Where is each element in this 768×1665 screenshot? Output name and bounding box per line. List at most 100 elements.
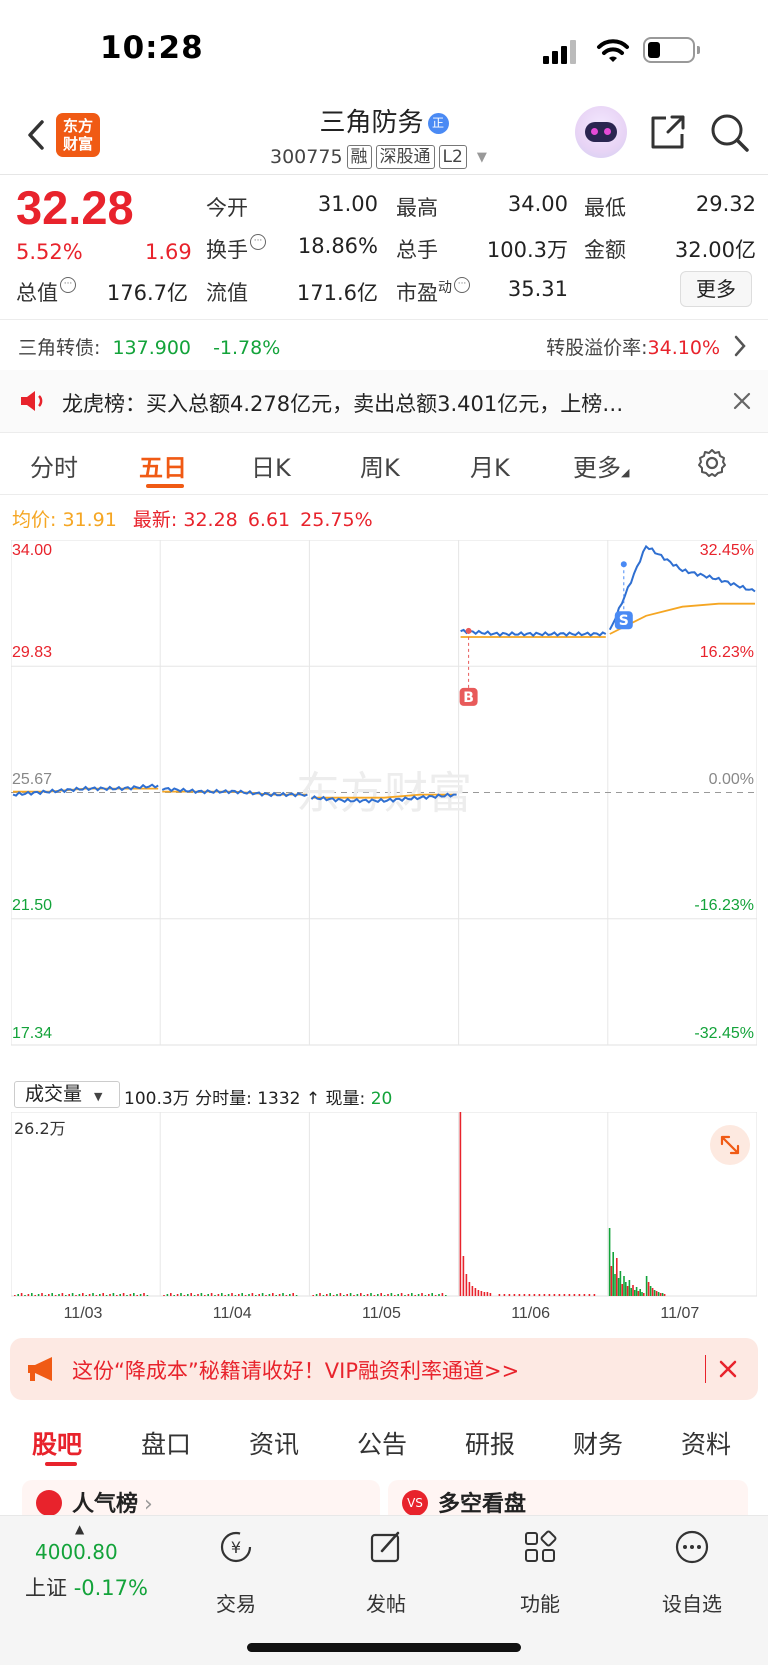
volume-bar (573, 1294, 576, 1296)
mcap-label[interactable]: 总值 ··· (16, 277, 76, 307)
volume-bar (608, 1228, 611, 1296)
x-tick: 11/05 (362, 1305, 401, 1322)
volume-bar (468, 1282, 471, 1296)
volume-bar (641, 1292, 643, 1296)
card-row: 人气榜 › 多空看盘 VS (22, 1480, 748, 1517)
share-icon[interactable] (648, 112, 688, 152)
nav-post[interactable]: 发帖 (336, 1588, 436, 1617)
turnover-label[interactable]: 换手 ··· (206, 234, 266, 264)
tab-profile[interactable]: 资料 (681, 1425, 731, 1461)
functions-grid-icon[interactable] (520, 1527, 560, 1567)
tab-daily-k[interactable]: 日K (251, 448, 291, 483)
nav-functions[interactable]: 功能 (490, 1588, 590, 1617)
volume-bar (619, 1271, 622, 1296)
mcap-value: 176.7亿 (106, 281, 188, 305)
volume-total: 100.3万 (124, 1089, 190, 1109)
tab-five-day[interactable]: 五日 (139, 448, 187, 483)
open-label: 今开 (206, 196, 248, 220)
latest-change: 6.61 (247, 509, 291, 531)
volume-bars (14, 1112, 666, 1296)
volume-bar (661, 1293, 664, 1296)
volume-bar (363, 1295, 365, 1296)
volume-bar (332, 1295, 335, 1296)
volume-bar (75, 1295, 77, 1296)
volume-bar (329, 1293, 331, 1296)
card-popularity[interactable]: 人气榜 › (22, 1480, 380, 1517)
premium-rate[interactable]: 转股溢价率:34.10% (546, 333, 720, 360)
volume-bar (655, 1291, 658, 1296)
five-day-price-chart[interactable]: 东方财富 B S (11, 540, 757, 1076)
status-time: 10:28 (100, 30, 204, 66)
settings-gear-icon[interactable] (696, 447, 728, 479)
tab-research[interactable]: 研报 (465, 1425, 515, 1461)
volume-chart[interactable] (11, 1112, 757, 1302)
stock-code-row[interactable]: 300775 融 深股通 L2 ▼ (270, 145, 487, 169)
tick-volume-label: 分时量: (195, 1089, 252, 1109)
volume-indicator-select[interactable]: 成交量 ▼ (14, 1081, 120, 1108)
nav-trade[interactable]: 交易 (186, 1588, 286, 1617)
volume-bar (377, 1294, 379, 1296)
volume-bar (343, 1295, 345, 1296)
search-icon[interactable] (709, 112, 751, 154)
volume-bar (37, 1294, 40, 1296)
volume-bar (295, 1295, 298, 1296)
tab-order-book[interactable]: 盘口 (141, 1425, 191, 1461)
volume-bar (438, 1294, 440, 1296)
card-bull-bear[interactable]: 多空看盘 (388, 1480, 748, 1517)
tab-intraday[interactable]: 分时 (30, 448, 78, 483)
volume-bar (474, 1288, 477, 1296)
y-tick-left: 25.67 (12, 770, 53, 788)
volume-bar (204, 1295, 206, 1296)
versus-icon: VS (402, 1490, 428, 1516)
index-row[interactable]: 上证 -0.17% (25, 1572, 148, 1602)
volume-bar (523, 1294, 526, 1296)
expand-up-icon[interactable]: ▲ (75, 1522, 84, 1536)
y-tick-right: 0.00% (708, 770, 754, 788)
volume-bar (513, 1294, 516, 1296)
volume-bar (380, 1293, 382, 1296)
post-icon[interactable] (366, 1527, 406, 1567)
tab-weekly-k[interactable]: 周K (360, 448, 400, 483)
volume-bar (109, 1294, 111, 1296)
volume-bar (528, 1294, 531, 1296)
index-value[interactable]: 4000.80 (35, 1540, 118, 1564)
close-icon[interactable] (718, 1359, 738, 1379)
volume-bar (133, 1293, 135, 1296)
convertible-bond-row[interactable]: 三角转债: 137.900 -1.78% (18, 333, 280, 360)
volume-bar (61, 1293, 64, 1296)
expand-chart-button[interactable] (710, 1125, 750, 1165)
more-dots-icon[interactable] (672, 1527, 712, 1567)
tab-monthly-k[interactable]: 月K (470, 448, 510, 483)
volume-bar (508, 1294, 511, 1296)
volume-bar (193, 1295, 196, 1296)
tab-more[interactable]: 更多◢ (573, 448, 629, 483)
volume-bar (176, 1294, 179, 1296)
close-icon[interactable] (733, 392, 751, 410)
tab-financials[interactable]: 财务 (573, 1425, 623, 1461)
chevron-right-icon[interactable] (732, 334, 748, 358)
tab-news[interactable]: 资讯 (249, 1425, 299, 1461)
wifi-icon (597, 39, 629, 62)
volume-bar (170, 1293, 172, 1296)
volume-bar (214, 1295, 216, 1296)
volume-bar (241, 1293, 243, 1296)
volume-bar (651, 1288, 654, 1296)
badge-level2: L2 (438, 145, 467, 169)
nav-add-watchlist[interactable]: 设自选 (642, 1588, 742, 1617)
info-icon: ··· (250, 234, 266, 250)
more-quote-button[interactable]: 更多 (680, 271, 752, 307)
volume-bar (637, 1291, 640, 1296)
volume-bar (58, 1294, 60, 1296)
info-icon: ··· (454, 277, 470, 293)
pe-label[interactable]: 市盈动 ··· (396, 277, 470, 307)
tab-announcements[interactable]: 公告 (357, 1425, 407, 1461)
volume-bar (248, 1294, 250, 1296)
tick-volume: 1332 (257, 1089, 301, 1109)
assistant-avatar-icon[interactable] (575, 106, 627, 158)
pe-value: 35.31 (507, 277, 568, 301)
volume-bar (612, 1252, 614, 1296)
tab-forum[interactable]: 股吧 (32, 1425, 82, 1461)
y-tick-left: 21.50 (12, 896, 53, 914)
trade-icon[interactable]: ¥ (216, 1527, 256, 1567)
volume-bar (163, 1295, 165, 1296)
